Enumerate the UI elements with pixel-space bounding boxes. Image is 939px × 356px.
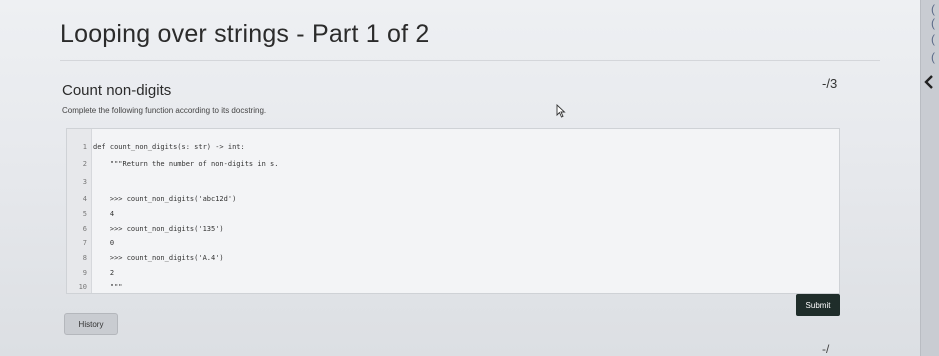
strip-mark: ( [931,32,935,46]
question-title: Count non-digits [62,82,172,99]
submit-button[interactable]: Submit [796,294,840,316]
line-number: 10 [78,283,87,291]
code-line[interactable]: """ [93,281,123,293]
question-description: Complete the following function accordin… [62,106,267,115]
chevron-left-icon[interactable] [924,74,936,94]
next-question-points: -/ [822,342,830,356]
line-number: 1 [82,143,87,151]
question-points: -/3 [822,76,838,91]
strip-mark: ( [931,2,935,16]
code-line[interactable]: 0 [93,237,114,249]
code-line[interactable]: >>> count_non_digits('A.4') [93,252,224,264]
line-number: 6 [82,225,87,233]
code-line[interactable]: def count_non_digits(s: str) -> int: [93,141,245,153]
page-title: Looping over strings - Part 1 of 2 [60,20,430,48]
line-number: 5 [82,210,87,218]
strip-mark: ( [931,16,935,30]
code-line[interactable]: >>> count_non_digits('135') [93,223,224,235]
code-line[interactable]: """Return the number of non-digits in s. [93,158,279,170]
code-editor[interactable]: 1 2 3 4 5 6 7 8 9 10 def count_non_digit… [66,128,840,294]
line-number: 7 [82,239,87,247]
line-number: 9 [82,269,87,277]
line-number: 4 [82,195,87,203]
line-number: 8 [82,254,87,262]
strip-mark: ( [931,50,935,64]
line-number: 2 [82,160,87,168]
mouse-cursor-icon [556,103,566,118]
code-line[interactable]: 2 [93,267,114,279]
line-number: 3 [82,178,87,186]
divider [60,60,880,61]
code-line[interactable]: >>> count_non_digits('abc12d') [93,193,236,205]
code-line[interactable]: 4 [93,208,114,220]
history-button[interactable]: History [64,313,118,335]
right-sidebar-strip: ( ( ( ( [920,0,939,356]
